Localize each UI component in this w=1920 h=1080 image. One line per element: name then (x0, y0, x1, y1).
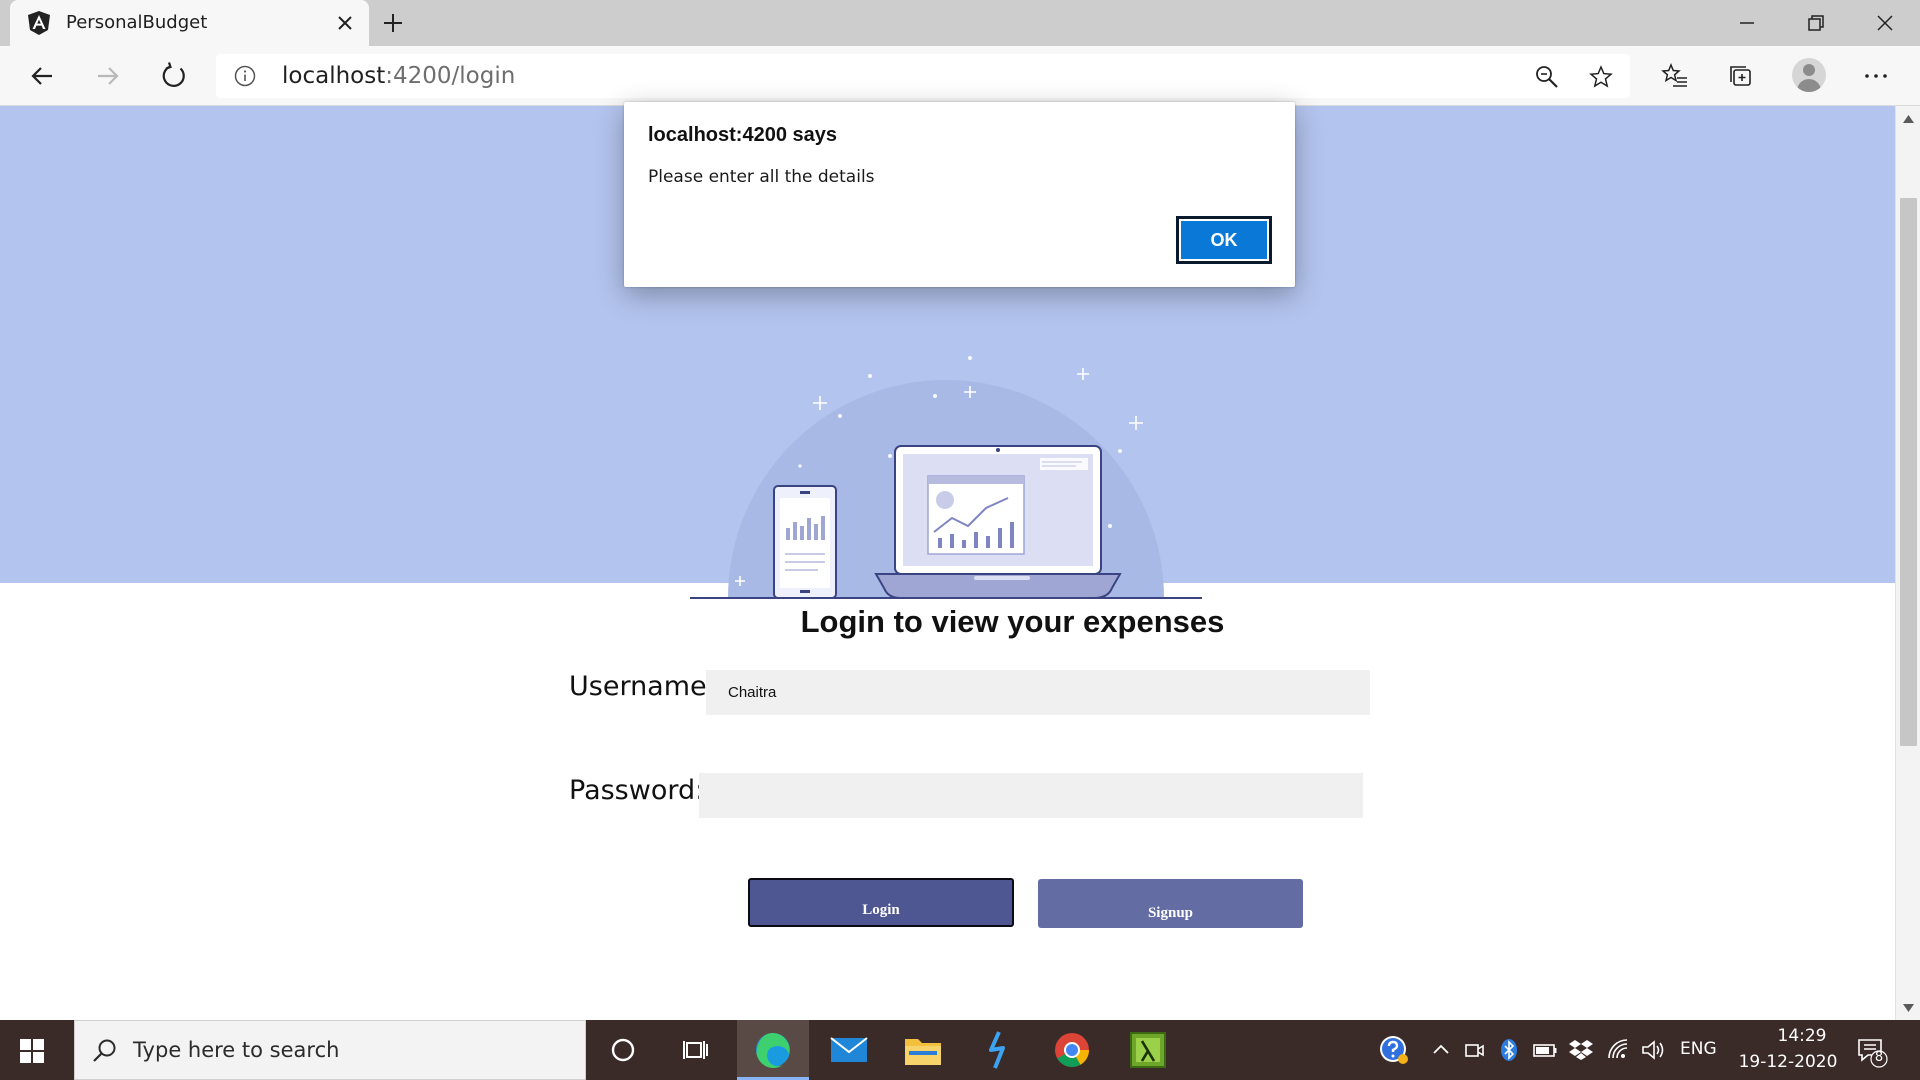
task-view-icon[interactable] (659, 1020, 731, 1080)
password-label: Password: (569, 775, 705, 806)
help-icon[interactable] (1378, 1034, 1410, 1066)
close-window-icon[interactable] (1872, 10, 1898, 36)
username-input[interactable] (706, 670, 1370, 715)
dialog-title: localhost:4200 says (648, 124, 837, 146)
username-label: Username: (569, 671, 716, 702)
scroll-down-arrow-icon[interactable] (1902, 1003, 1915, 1013)
taskbar-search-box[interactable]: Type here to search (74, 1020, 586, 1080)
edge-icon[interactable] (737, 1020, 809, 1080)
url-text: localhost:4200/login (282, 63, 516, 89)
zoom-icon[interactable] (1534, 64, 1560, 90)
notification-count: 8 (1874, 1050, 1884, 1065)
devices-illustration (690, 356, 1202, 599)
clock-date[interactable]: 19-12-2020 (1736, 1052, 1840, 1072)
page-scrollbar[interactable] (1895, 106, 1920, 1020)
file-explorer-icon[interactable] (887, 1020, 959, 1080)
dropbox-icon[interactable] (1568, 1037, 1594, 1063)
wifi-icon[interactable] (1606, 1037, 1632, 1063)
dialog-message: Please enter all the details (648, 167, 875, 187)
battery-icon[interactable] (1532, 1037, 1558, 1063)
app-icon[interactable] (1112, 1020, 1184, 1080)
signup-button[interactable]: Signup (1038, 879, 1303, 928)
alert-dialog: localhost:4200 says Please enter all the… (624, 102, 1295, 287)
chrome-icon[interactable] (1036, 1020, 1108, 1080)
windows-start-icon[interactable] (18, 1037, 46, 1065)
favorites-icon[interactable] (1661, 62, 1689, 90)
volume-icon[interactable] (1640, 1037, 1666, 1063)
close-tab-icon[interactable] (334, 12, 356, 34)
search-placeholder: Type here to search (133, 1038, 340, 1062)
notifications-icon[interactable]: 8 (1856, 1036, 1888, 1068)
forward-icon[interactable] (92, 60, 124, 92)
minimize-icon[interactable] (1734, 10, 1760, 36)
browser-tab[interactable]: PersonalBudget (10, 0, 369, 46)
cortana-icon[interactable] (587, 1020, 659, 1080)
visual-studio-icon[interactable] (962, 1020, 1034, 1080)
tab-title: PersonalBudget (66, 12, 208, 33)
login-button[interactable]: Login (748, 878, 1014, 927)
scroll-up-arrow-icon[interactable] (1902, 114, 1915, 124)
meet-now-icon[interactable] (1461, 1037, 1487, 1063)
bluetooth-icon[interactable] (1496, 1037, 1522, 1063)
clock-time[interactable]: 14:29 (1760, 1026, 1844, 1046)
windows-taskbar: Type here to search ENG 14:29 19-12-2020… (0, 1020, 1920, 1080)
new-tab-icon[interactable] (380, 10, 406, 36)
restore-icon[interactable] (1803, 10, 1829, 36)
show-hidden-icons-chevron-icon[interactable] (1428, 1037, 1454, 1063)
mail-icon[interactable] (813, 1020, 885, 1080)
tab-bar: PersonalBudget (0, 0, 1920, 46)
favorite-star-icon[interactable] (1588, 64, 1614, 90)
refresh-icon[interactable] (158, 60, 190, 92)
login-heading: Login to view your expenses (800, 604, 1225, 639)
profile-avatar[interactable] (1792, 58, 1826, 92)
navigation-bar: localhost:4200/login (0, 46, 1920, 106)
angular-favicon-icon (28, 11, 50, 35)
back-icon[interactable] (26, 60, 58, 92)
address-bar[interactable]: localhost:4200/login (216, 54, 1630, 98)
language-indicator[interactable]: ENG (1680, 1039, 1717, 1059)
search-icon (93, 1039, 116, 1062)
scroll-thumb[interactable] (1900, 198, 1917, 746)
dialog-ok-button[interactable]: OK (1176, 216, 1272, 264)
password-input[interactable] (699, 773, 1363, 818)
more-options-icon[interactable] (1862, 62, 1890, 90)
collections-icon[interactable] (1727, 62, 1755, 90)
site-info-icon[interactable] (234, 65, 256, 87)
